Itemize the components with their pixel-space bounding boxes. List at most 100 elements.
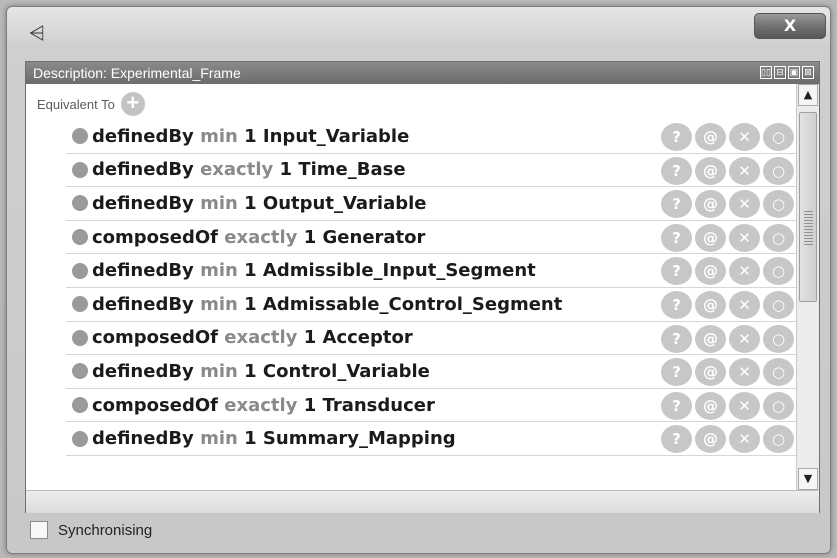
class-name: Input_Variable	[262, 125, 410, 147]
property-name: composedOf	[92, 394, 218, 416]
edit-button[interactable]: ○	[763, 358, 794, 387]
bullet-icon	[72, 397, 88, 414]
annotate-button[interactable]: @	[695, 190, 726, 219]
class-expression: composedOf exactly 1 Transducer	[92, 395, 435, 416]
help-button[interactable]: ?	[661, 190, 692, 219]
vertical-scrollbar[interactable]: ▲ ▼	[796, 84, 819, 490]
row-actions: ? @ ✕ ○	[661, 190, 794, 219]
edit-button[interactable]: ○	[763, 425, 794, 454]
help-button[interactable]: ?	[661, 425, 692, 454]
property-name: definedBy	[92, 428, 194, 450]
list-item[interactable]: composedOf exactly 1 Transducer ? @ ✕ ○	[66, 389, 796, 423]
scroll-thumb[interactable]	[799, 112, 817, 302]
class-name: Generator	[322, 226, 426, 248]
quantifier: min	[200, 192, 238, 214]
edit-button[interactable]: ○	[763, 257, 794, 286]
property-name: definedBy	[92, 159, 194, 181]
delete-button[interactable]: ✕	[729, 257, 760, 286]
app-logo-icon: ⩤	[29, 21, 45, 45]
annotate-button[interactable]: @	[695, 358, 726, 387]
edit-button[interactable]: ○	[763, 290, 794, 319]
delete-button[interactable]: ✕	[729, 391, 760, 420]
list-item[interactable]: definedBy min 1 Admissible_Input_Segment…	[66, 254, 796, 288]
class-expression: composedOf exactly 1 Acceptor	[92, 327, 413, 348]
split-view-icon[interactable]: ▯▯	[760, 66, 772, 79]
synchronising-option[interactable]: Synchronising	[30, 521, 152, 539]
annotate-button[interactable]: @	[695, 257, 726, 286]
class-name: Admissible_Input_Segment	[262, 260, 536, 282]
close-panel-icon[interactable]: ⊠	[802, 66, 814, 79]
close-button[interactable]: X	[754, 13, 826, 39]
quantifier: exactly	[224, 394, 298, 416]
delete-button[interactable]: ✕	[729, 358, 760, 387]
annotate-button[interactable]: @	[695, 290, 726, 319]
bullet-icon	[72, 161, 88, 178]
class-name: Output_Variable	[262, 192, 427, 214]
help-button[interactable]: ?	[661, 123, 692, 151]
minimize-icon[interactable]: ⊟	[774, 66, 786, 79]
help-button[interactable]: ?	[661, 324, 692, 353]
cardinality: 1	[303, 394, 317, 416]
edit-button[interactable]: ○	[763, 391, 794, 420]
cardinality: 1	[303, 327, 317, 349]
add-equivalent-button[interactable]: +	[120, 92, 145, 116]
bullet-icon	[72, 262, 88, 279]
delete-button[interactable]: ✕	[729, 156, 760, 185]
annotate-button[interactable]: @	[695, 391, 726, 420]
list-item[interactable]: definedBy min 1 Output_Variable ? @ ✕ ○	[66, 187, 796, 221]
scroll-down-button[interactable]: ▼	[798, 468, 818, 490]
delete-button[interactable]: ✕	[729, 190, 760, 219]
property-name: composedOf	[92, 226, 218, 248]
list-item[interactable]: definedBy exactly 1 Time_Base ? @ ✕ ○	[66, 154, 796, 188]
property-name: definedBy	[92, 260, 194, 282]
cardinality: 1	[244, 293, 257, 315]
quantifier: exactly	[200, 159, 274, 181]
equivalent-to-section: Equivalent To +	[37, 91, 145, 117]
edit-button[interactable]: ○	[763, 223, 794, 252]
row-actions: ? @ ✕ ○	[661, 123, 794, 151]
row-actions: ? @ ✕ ○	[661, 257, 794, 286]
delete-button[interactable]: ✕	[729, 223, 760, 252]
help-button[interactable]: ?	[661, 257, 692, 286]
row-actions: ? @ ✕ ○	[661, 324, 794, 353]
help-button[interactable]: ?	[661, 223, 692, 252]
equivalent-to-label: Equivalent To	[37, 96, 115, 112]
list-item[interactable]: definedBy min 1 Admissable_Control_Segme…	[66, 288, 796, 322]
edit-button[interactable]: ○	[763, 123, 794, 151]
delete-button[interactable]: ✕	[729, 324, 760, 353]
class-expression: composedOf exactly 1 Generator	[92, 227, 425, 248]
list-item[interactable]: composedOf exactly 1 Acceptor ? @ ✕ ○	[66, 322, 796, 356]
list-item[interactable]: composedOf exactly 1 Generator ? @ ✕ ○	[66, 221, 796, 255]
annotate-button[interactable]: @	[695, 123, 726, 151]
class-expression: definedBy min 1 Admissible_Input_Segment	[92, 260, 536, 281]
property-name: definedBy	[92, 192, 194, 214]
help-button[interactable]: ?	[661, 156, 692, 185]
annotate-button[interactable]: @	[695, 425, 726, 454]
equivalent-list: definedBy min 1 Input_Variable ? @ ✕ ○ d…	[66, 120, 796, 456]
quantifier: min	[200, 125, 238, 147]
help-button[interactable]: ?	[661, 391, 692, 420]
annotate-button[interactable]: @	[695, 156, 726, 185]
class-expression: definedBy min 1 Input_Variable	[92, 126, 409, 147]
scroll-up-button[interactable]: ▲	[798, 84, 818, 106]
row-actions: ? @ ✕ ○	[661, 223, 794, 252]
annotate-button[interactable]: @	[695, 223, 726, 252]
list-item[interactable]: definedBy min 1 Input_Variable ? @ ✕ ○	[66, 120, 796, 154]
class-name: Admissable_Control_Segment	[262, 293, 563, 315]
delete-button[interactable]: ✕	[729, 290, 760, 319]
help-button[interactable]: ?	[661, 290, 692, 319]
bullet-icon	[72, 229, 88, 246]
edit-button[interactable]: ○	[763, 156, 794, 185]
synchronising-checkbox[interactable]	[30, 521, 48, 539]
class-expression: definedBy min 1 Output_Variable	[92, 193, 427, 214]
edit-button[interactable]: ○	[763, 190, 794, 219]
delete-button[interactable]: ✕	[729, 425, 760, 454]
list-item[interactable]: definedBy min 1 Control_Variable ? @ ✕ ○	[66, 355, 796, 389]
maximize-icon[interactable]: ▣	[788, 66, 800, 79]
help-button[interactable]: ?	[661, 358, 692, 387]
cardinality: 1	[244, 260, 257, 282]
annotate-button[interactable]: @	[695, 324, 726, 353]
delete-button[interactable]: ✕	[729, 123, 760, 151]
list-item[interactable]: definedBy min 1 Summary_Mapping ? @ ✕ ○	[66, 422, 796, 456]
edit-button[interactable]: ○	[763, 324, 794, 353]
